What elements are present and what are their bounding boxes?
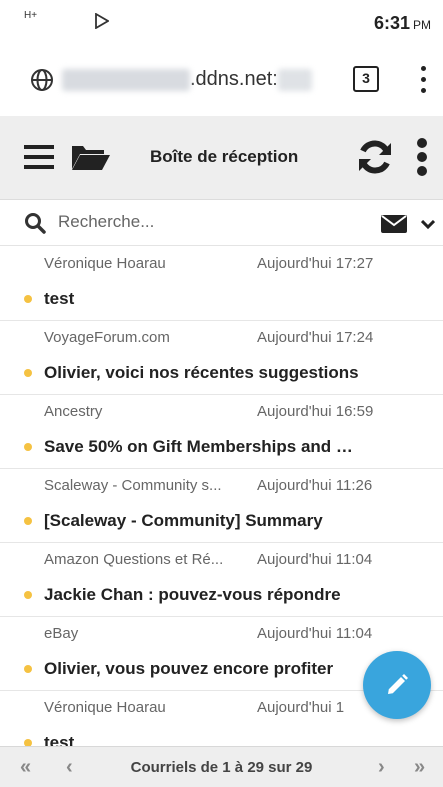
message-sender: Véronique Hoarau bbox=[44, 699, 166, 716]
message-subject: test bbox=[44, 289, 75, 308]
more-options-icon[interactable] bbox=[416, 138, 428, 176]
message-subject: Olivier, vous pouvez encore profiter bbox=[44, 659, 334, 678]
folder-open-icon[interactable] bbox=[71, 142, 111, 177]
message-sender: Scaleway - Community s... bbox=[44, 477, 222, 494]
clock-time: 6:31 bbox=[373, 13, 410, 33]
hamburger-menu-icon[interactable] bbox=[24, 143, 54, 176]
unread-dot bbox=[24, 295, 32, 303]
unread-dot bbox=[24, 369, 32, 377]
url-field[interactable]: .ddns.net: bbox=[62, 68, 312, 91]
message-item[interactable]: Scaleway - Community s... Aujourd'hui 11… bbox=[0, 469, 443, 543]
message-sender: Amazon Questions et Ré... bbox=[44, 551, 224, 568]
message-subject: Jackie Chan : pouvez-vous répondre bbox=[44, 585, 341, 604]
browser-menu-icon[interactable] bbox=[418, 64, 428, 96]
message-item[interactable]: Véronique Hoarau Aujourd'hui 17:27 test bbox=[0, 247, 443, 321]
mail-header: Boîte de réception bbox=[0, 116, 443, 200]
message-date: Aujourd'hui 1 bbox=[257, 699, 345, 716]
unread-dot bbox=[24, 443, 32, 451]
message-item[interactable]: VoyageForum.com Aujourd'hui 17:24 Olivie… bbox=[0, 321, 443, 395]
pagination-label: Courriels de 1 à 29 sur 29 bbox=[130, 759, 313, 776]
message-item[interactable]: Amazon Questions et Ré... Aujourd'hui 11… bbox=[0, 543, 443, 617]
message-date: Aujourd'hui 11:04 bbox=[257, 551, 373, 568]
message-date: Aujourd'hui 11:04 bbox=[257, 625, 373, 642]
search-bar bbox=[0, 200, 443, 246]
unread-dot bbox=[24, 665, 32, 673]
message-sender: VoyageForum.com bbox=[44, 329, 170, 346]
message-sender: Véronique Hoarau bbox=[44, 255, 166, 272]
message-subject: [Scaleway - Community] Summary bbox=[44, 511, 323, 530]
message-item[interactable]: Ancestry Aujourd'hui 16:59 Save 50% on G… bbox=[0, 395, 443, 469]
play-store-icon bbox=[95, 12, 110, 34]
envelope-icon[interactable] bbox=[381, 215, 407, 238]
url-redacted bbox=[62, 68, 190, 91]
tab-switcher-button[interactable]: 3 bbox=[353, 66, 379, 92]
message-date: Aujourd'hui 17:27 bbox=[257, 255, 374, 272]
url-domain: .ddns.net: bbox=[190, 68, 278, 90]
search-input[interactable] bbox=[58, 209, 328, 235]
message-sender: eBay bbox=[44, 625, 79, 642]
folder-title: Boîte de réception bbox=[150, 147, 299, 166]
pagination-bar: « ‹ Courriels de 1 à 29 sur 29 › » bbox=[0, 746, 443, 787]
message-date: Aujourd'hui 17:24 bbox=[257, 329, 374, 346]
globe-icon[interactable] bbox=[30, 68, 54, 97]
chevron-down-icon[interactable] bbox=[420, 217, 436, 235]
message-date: Aujourd'hui 16:59 bbox=[257, 403, 374, 420]
refresh-icon[interactable] bbox=[356, 138, 394, 181]
unread-dot bbox=[24, 591, 32, 599]
pencil-icon bbox=[388, 674, 408, 694]
browser-toolbar: .ddns.net: 3 bbox=[0, 44, 443, 116]
clock: 6:31 PM bbox=[374, 13, 431, 34]
message-sender: Ancestry bbox=[44, 403, 103, 420]
message-date: Aujourd'hui 11:26 bbox=[257, 477, 373, 494]
search-icon[interactable] bbox=[24, 212, 46, 239]
message-subject: Save 50% on Gift Memberships and more bbox=[44, 437, 364, 456]
compose-button[interactable] bbox=[363, 651, 431, 719]
last-page-button[interactable]: » bbox=[414, 756, 425, 779]
url-redacted-port bbox=[277, 68, 312, 91]
next-page-button[interactable]: › bbox=[378, 756, 385, 779]
network-indicator: H+ bbox=[24, 10, 38, 21]
message-subject: Olivier, voici nos récentes suggestions bbox=[44, 363, 359, 382]
unread-dot bbox=[24, 517, 32, 525]
status-bar: H+ 6:31 PM bbox=[0, 0, 443, 44]
clock-ampm: PM bbox=[413, 18, 431, 32]
